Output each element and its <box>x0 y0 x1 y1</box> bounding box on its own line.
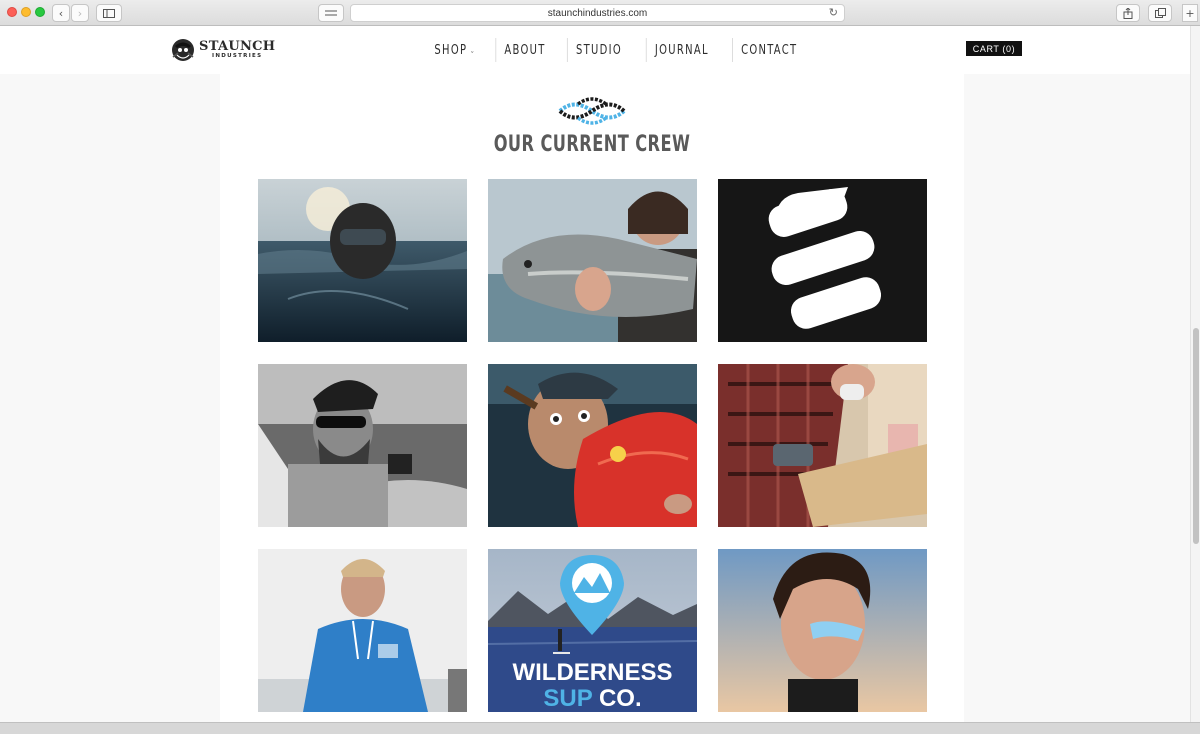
cart-button[interactable]: CART (0) <box>966 41 1022 56</box>
share-icon <box>1123 7 1133 19</box>
sidebar-icon <box>103 8 115 18</box>
nav-item-label: ABOUT <box>504 42 546 58</box>
rope-knot-icon <box>558 97 626 125</box>
new-tab-button[interactable]: + <box>1182 4 1198 22</box>
scrollbar-thumb[interactable] <box>1193 328 1199 544</box>
logo-title: STAUNCH <box>199 39 276 55</box>
minimize-window-button[interactable] <box>21 7 31 17</box>
man-face-paint-photo <box>718 549 927 712</box>
logo-subtitle: INDUSTRIES <box>211 53 263 60</box>
back-button[interactable]: ‹ <box>52 4 70 22</box>
pirate-skull-logo-icon <box>172 39 194 61</box>
reader-icon <box>325 10 337 16</box>
main-nav: SHOP ⌄ ABOUT STUDIO JOURNAL CONTACT <box>420 37 814 63</box>
crew-tile-fish-woman[interactable] <box>488 179 697 342</box>
reader-button[interactable] <box>318 4 344 22</box>
crew-tile-hoodie-man[interactable] <box>258 549 467 712</box>
wilderness-sup-co-tile: WILDERNESS SUP CO. <box>488 549 697 712</box>
nav-item-shop[interactable]: SHOP ⌄ <box>426 38 483 62</box>
nav-item-label: JOURNAL <box>654 42 709 58</box>
man-blue-hoodie-photo <box>258 549 467 712</box>
url-text: staunchindustries.com <box>547 7 648 19</box>
wilderness-text-line2: SUP CO. <box>543 685 641 712</box>
scrollbar[interactable] <box>1190 26 1200 722</box>
address-bar[interactable]: staunchindustries.com ↻ <box>350 4 845 22</box>
nav-item-about[interactable]: ABOUT <box>495 38 554 62</box>
crew-section: OUR CURRENT CREW WILDERNESS SUP CO. <box>220 74 964 722</box>
crew-tile-red-fish[interactable] <box>488 364 697 527</box>
diver-in-ocean-photo <box>258 179 467 342</box>
nav-item-label: CONTACT <box>741 42 798 58</box>
wilderness-text-sup: SUP <box>543 685 592 712</box>
reload-icon[interactable]: ↻ <box>829 6 838 19</box>
zoom-window-button[interactable] <box>35 7 45 17</box>
logo[interactable]: STAUNCH INDUSTRIES <box>170 37 275 63</box>
nav-item-contact[interactable]: CONTACT <box>732 38 806 62</box>
crew-tile-bearded-man[interactable] <box>258 364 467 527</box>
site-header: STAUNCH INDUSTRIES SHOP ⌄ ABOUT STUDIO J… <box>0 26 1190 74</box>
section-title: OUR CURRENT CREW <box>493 132 691 157</box>
crew-tile-diver[interactable] <box>258 179 467 342</box>
plus-icon: + <box>1185 6 1195 20</box>
sidebar-button[interactable] <box>96 4 122 22</box>
crew-tile-face-paint[interactable] <box>718 549 927 712</box>
crew-tile-woodworker[interactable] <box>718 364 927 527</box>
chevron-left-icon: ‹ <box>58 6 64 20</box>
chevron-down-icon: ⌄ <box>469 45 475 55</box>
nav-item-journal[interactable]: JOURNAL <box>645 38 716 62</box>
wilderness-text-co: CO. <box>592 685 641 712</box>
woman-holding-fish-photo <box>488 179 697 342</box>
woodworker-planing-photo <box>718 364 927 527</box>
browser-toolbar: ‹ › staunchindustries.com ↻ + <box>0 0 1200 26</box>
window-bottom-edge <box>0 722 1200 734</box>
crew-tile-staunch-logo[interactable] <box>718 179 927 342</box>
forward-button[interactable]: › <box>71 4 89 22</box>
close-window-button[interactable] <box>7 7 17 17</box>
tabs-icon <box>1154 8 1166 18</box>
nav-item-studio[interactable]: STUDIO <box>567 38 630 62</box>
bearded-man-sunglasses-bw-photo <box>258 364 467 527</box>
staunch-s-logo-tile <box>718 179 927 342</box>
crew-tile-wilderness-sup[interactable]: WILDERNESS SUP CO. <box>488 549 697 712</box>
tabs-button[interactable] <box>1148 4 1172 22</box>
share-button[interactable] <box>1116 4 1140 22</box>
wilderness-text-line1: WILDERNESS <box>512 659 672 686</box>
man-cigar-red-fish-photo <box>488 364 697 527</box>
nav-item-label: STUDIO <box>576 42 623 58</box>
chevron-right-icon: › <box>77 6 83 20</box>
nav-item-label: SHOP <box>434 42 468 58</box>
